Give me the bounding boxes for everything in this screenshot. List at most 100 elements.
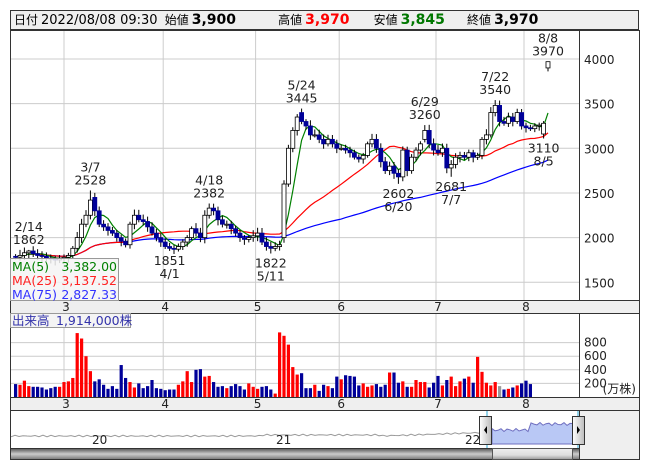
price-annotation-value: 3970 bbox=[532, 44, 564, 59]
volume-bar bbox=[220, 386, 224, 397]
volume-bar bbox=[476, 356, 480, 397]
candle bbox=[329, 138, 335, 145]
price-annotation-value: 3260 bbox=[409, 107, 441, 122]
navigator-label: 22 bbox=[465, 433, 480, 447]
volume-bar bbox=[256, 388, 260, 397]
volume-tick-label: 800 bbox=[584, 336, 607, 350]
candle bbox=[409, 156, 415, 172]
volume-bar bbox=[71, 377, 75, 397]
candle bbox=[88, 199, 93, 216]
candle bbox=[197, 232, 203, 238]
candle bbox=[272, 246, 278, 249]
candle bbox=[400, 149, 406, 178]
volume-bar bbox=[22, 380, 26, 397]
price-annotation-value: 3540 bbox=[479, 82, 511, 97]
candle bbox=[501, 121, 507, 124]
candle bbox=[26, 250, 32, 254]
candle bbox=[277, 244, 283, 247]
candle bbox=[246, 237, 252, 240]
candle bbox=[175, 246, 181, 250]
volume-bar bbox=[242, 389, 246, 397]
candle bbox=[114, 232, 120, 238]
volume-bar bbox=[88, 371, 92, 397]
volume-bar bbox=[216, 386, 220, 397]
volume-bar bbox=[370, 385, 374, 397]
navigator-scrollbar-thumb[interactable] bbox=[492, 448, 573, 460]
volume-bar bbox=[286, 344, 290, 397]
volume-bar bbox=[53, 386, 57, 397]
month-label: 4 bbox=[161, 300, 169, 314]
candle bbox=[505, 116, 511, 124]
candle bbox=[123, 240, 128, 246]
volume-bar bbox=[229, 386, 233, 397]
candle bbox=[180, 241, 186, 247]
candle bbox=[378, 147, 384, 163]
candle bbox=[413, 149, 419, 158]
volume-bar bbox=[339, 379, 343, 397]
candle bbox=[422, 130, 428, 140]
volume-bar bbox=[247, 383, 251, 397]
volume-bar bbox=[366, 386, 370, 397]
candle bbox=[514, 112, 520, 122]
volume-bar bbox=[14, 384, 18, 397]
volume-legend: 出来高 1,914,000株 bbox=[10, 313, 133, 328]
candle bbox=[369, 138, 375, 145]
candle bbox=[140, 219, 146, 222]
price-tick-label: 1500 bbox=[584, 276, 615, 290]
volume-bar bbox=[392, 372, 396, 397]
price-tick-label: 2000 bbox=[584, 232, 615, 246]
candle bbox=[307, 125, 313, 136]
stock-chart[interactable]: 18622/1425283/718514/123824/1818225/1134… bbox=[0, 0, 653, 470]
volume-bar bbox=[128, 382, 132, 397]
candle bbox=[391, 165, 397, 174]
volume-bar bbox=[146, 386, 150, 397]
volume-bar bbox=[62, 382, 66, 397]
candle bbox=[483, 134, 489, 140]
candle bbox=[92, 197, 98, 212]
candle bbox=[105, 226, 111, 231]
candle bbox=[497, 105, 503, 122]
volume-bar bbox=[383, 384, 387, 397]
volume-bar bbox=[357, 385, 361, 397]
volume-bar bbox=[181, 381, 185, 397]
candle bbox=[479, 138, 485, 156]
volume-bar bbox=[27, 386, 31, 397]
candle bbox=[492, 105, 498, 113]
volume-bar bbox=[141, 388, 145, 397]
candle bbox=[356, 156, 362, 160]
volume-bar bbox=[308, 388, 312, 397]
volume-bar bbox=[163, 390, 167, 397]
candle bbox=[488, 112, 494, 136]
price-annotation-date: 7/22 bbox=[481, 69, 509, 84]
candle bbox=[237, 232, 243, 238]
volume-bar bbox=[159, 388, 163, 397]
candle bbox=[167, 246, 173, 249]
volume-bar bbox=[18, 384, 22, 397]
price-tick-label: 2500 bbox=[584, 187, 615, 201]
candle bbox=[66, 255, 71, 258]
candle bbox=[387, 165, 393, 172]
price-annotation-date: 6/20 bbox=[384, 199, 412, 214]
candle bbox=[338, 147, 344, 150]
price-axis-panel bbox=[579, 30, 640, 301]
volume-bar bbox=[93, 381, 97, 397]
navigator-left-handle[interactable] bbox=[479, 416, 492, 445]
volume-bar bbox=[449, 376, 453, 397]
navigator-label: 21 bbox=[276, 433, 291, 447]
candle bbox=[290, 130, 296, 149]
candle bbox=[541, 122, 546, 135]
volume-value: 1,914,000株 bbox=[56, 313, 133, 328]
volume-bar bbox=[414, 380, 418, 397]
volume-bar bbox=[440, 385, 444, 397]
navigator-label: 20 bbox=[92, 433, 107, 447]
candle bbox=[325, 138, 331, 145]
volume-bar bbox=[493, 382, 497, 397]
volume-bar bbox=[471, 382, 475, 397]
navigator-right-handle[interactable] bbox=[572, 416, 585, 445]
volume-bar bbox=[326, 386, 330, 397]
volume-bar bbox=[498, 386, 502, 397]
price-annotation-date: 8/8 bbox=[538, 31, 558, 46]
candle bbox=[215, 210, 221, 221]
volume-bar bbox=[36, 386, 40, 397]
candle bbox=[528, 127, 533, 130]
